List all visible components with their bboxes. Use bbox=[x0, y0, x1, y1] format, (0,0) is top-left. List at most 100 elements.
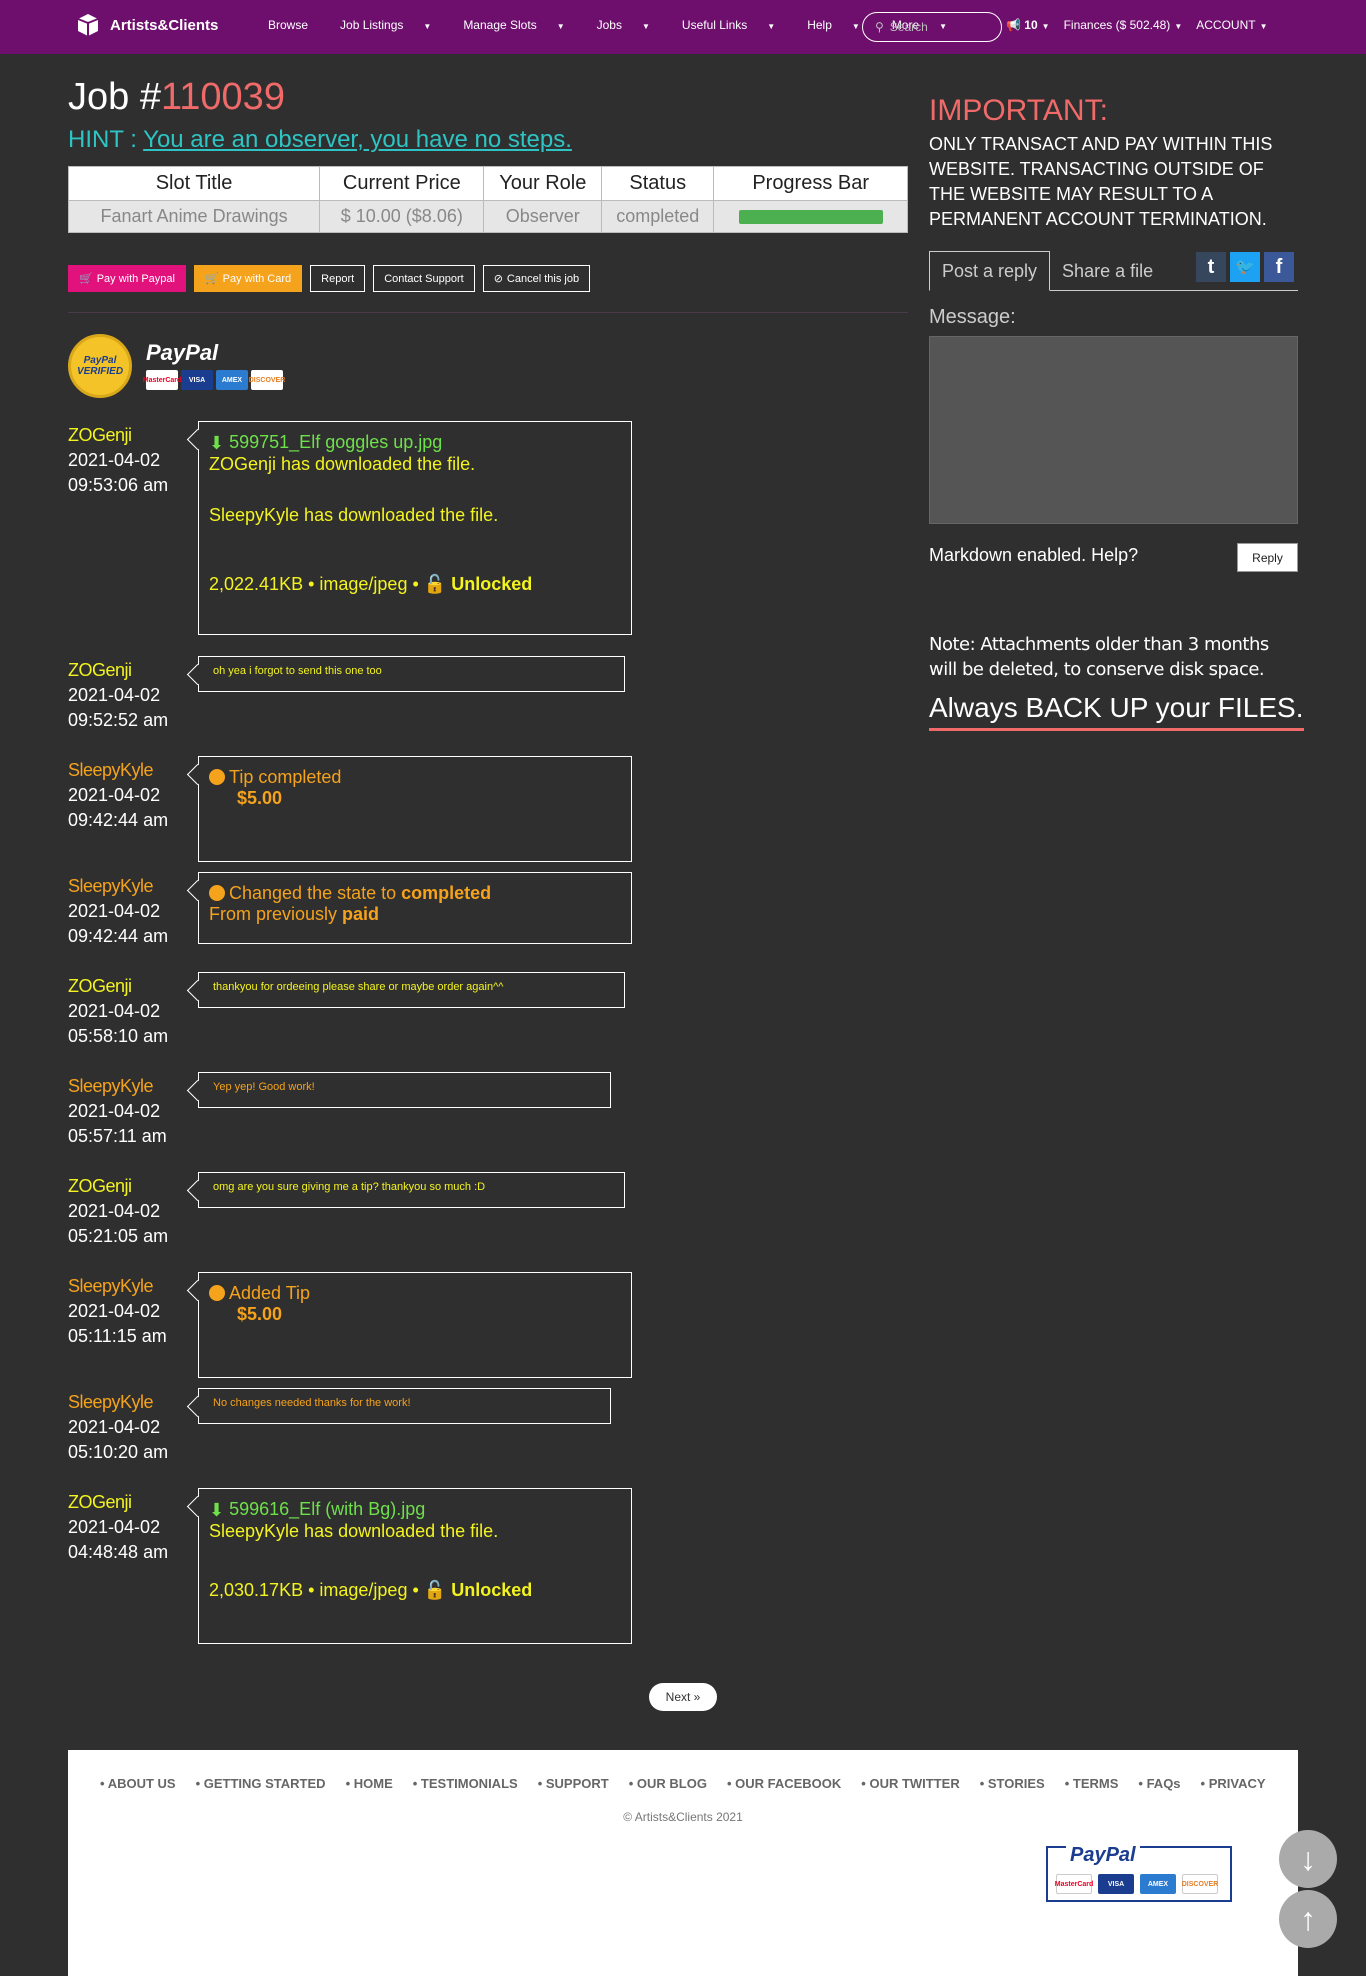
footer-link[interactable]: • ABOUT US bbox=[100, 1776, 186, 1791]
file-link[interactable]: ⬇ 599616_Elf (with Bg).jpg bbox=[209, 1499, 621, 1521]
tumblr-icon[interactable]: t bbox=[1196, 252, 1226, 282]
nav-manage-slots[interactable]: Manage Slots ▼ bbox=[463, 18, 580, 32]
paypal-logo: PayPal bbox=[146, 340, 219, 365]
footer-link[interactable]: • OUR TWITTER bbox=[861, 1776, 969, 1791]
paypal-footer-logo: PayPal bbox=[1066, 1844, 1140, 1867]
search-input[interactable]: ⚲ Search bbox=[862, 12, 1002, 42]
nav-browse[interactable]: Browse bbox=[268, 18, 324, 32]
entry-meta: ZOGenji 2021-04-02 09:53:06 am bbox=[68, 423, 188, 498]
footer: • ABOUT US • GETTING STARTED • HOME • TE… bbox=[68, 1750, 1298, 1976]
hint-link[interactable]: You are an observer, you have no steps. bbox=[143, 126, 572, 153]
footer-link[interactable]: • TERMS bbox=[1065, 1776, 1129, 1791]
footer-link-label: GETTING STARTED bbox=[203, 1776, 326, 1791]
event-text: Added Tip bbox=[209, 1283, 621, 1304]
header-status: Status bbox=[601, 166, 715, 201]
brand[interactable]: Artists&Clients bbox=[74, 11, 218, 39]
footer-link[interactable]: • SUPPORT bbox=[538, 1776, 619, 1791]
footer-link[interactable]: • STORIES bbox=[980, 1776, 1055, 1791]
feed-entry: SleepyKyle 2021-04-02 05:10:20 am No cha… bbox=[68, 1388, 638, 1470]
download-note: ZOGenji has downloaded the file. bbox=[209, 454, 476, 474]
tab-share-file[interactable]: Share a file bbox=[1050, 251, 1165, 291]
scroll-down-icon[interactable]: ↓ bbox=[1279, 1830, 1337, 1888]
entry-user[interactable]: SleepyKyle bbox=[68, 1074, 188, 1099]
entry-user[interactable]: SleepyKyle bbox=[68, 758, 188, 783]
event-amount: $5.00 bbox=[237, 788, 283, 808]
footer-link[interactable]: • FAQs bbox=[1138, 1776, 1190, 1791]
entry-user[interactable]: SleepyKyle bbox=[68, 1390, 188, 1415]
event-text: Tip completed bbox=[209, 767, 621, 788]
scroll-up-icon[interactable]: ↑ bbox=[1279, 1890, 1337, 1948]
contact-support-button[interactable]: Contact Support bbox=[373, 265, 475, 292]
ban-icon: ⊘ bbox=[493, 273, 503, 285]
entry-time: 05:57:11 am bbox=[68, 1126, 167, 1146]
feed-entry: SleepyKyle 2021-04-02 05:57:11 am Yep ye… bbox=[68, 1072, 638, 1154]
feed-entry: SleepyKyle 2021-04-02 05:11:15 am Added … bbox=[68, 1272, 638, 1380]
facebook-icon[interactable]: f bbox=[1264, 252, 1294, 282]
pay-paypal-label: Pay with Paypal bbox=[96, 272, 175, 285]
entry-user[interactable]: ZOGenji bbox=[68, 1490, 188, 1515]
entry-meta: ZOGenji 2021-04-02 04:48:48 am bbox=[68, 1490, 188, 1565]
job-number: 110039 bbox=[160, 76, 285, 118]
entry-user[interactable]: ZOGenji bbox=[68, 974, 188, 999]
header-current-price: Current Price bbox=[319, 166, 485, 201]
file-type: image/jpeg bbox=[319, 574, 408, 594]
caret-down-icon: ▼ bbox=[641, 22, 650, 31]
cancel-job-button[interactable]: ⊘ Cancel this job bbox=[482, 265, 591, 292]
message-textarea[interactable] bbox=[929, 336, 1298, 524]
divider bbox=[68, 312, 908, 313]
notifications-button[interactable]: 📢 10 ▼ bbox=[1006, 18, 1050, 32]
event-bubble: Changed the state to completed From prev… bbox=[198, 872, 632, 944]
event-label: Added Tip bbox=[229, 1283, 311, 1303]
next-page-button[interactable]: Next » bbox=[649, 1683, 717, 1711]
markdown-help-link[interactable]: Markdown enabled. Help? bbox=[929, 545, 1138, 566]
caret-down-icon: ▼ bbox=[851, 22, 860, 31]
entry-time: 09:42:44 am bbox=[68, 926, 169, 946]
file-link[interactable]: ⬇ 599751_Elf goggles up.jpg bbox=[209, 432, 621, 454]
entry-date: 2021-04-02 bbox=[68, 901, 161, 921]
footer-link[interactable]: • OUR BLOG bbox=[629, 1776, 717, 1791]
footer-link[interactable]: • PRIVACY bbox=[1201, 1776, 1276, 1791]
entry-user[interactable]: SleepyKyle bbox=[68, 874, 188, 899]
cell-progress bbox=[713, 200, 908, 233]
entry-date: 2021-04-02 bbox=[68, 1101, 161, 1121]
feed-entry: ZOGenji 2021-04-02 05:58:10 am thankyou … bbox=[68, 972, 638, 1054]
header-progress-bar: Progress Bar bbox=[713, 166, 908, 201]
caret-down-icon: ▼ bbox=[1174, 22, 1183, 31]
tab-post-reply[interactable]: Post a reply bbox=[929, 251, 1051, 291]
entry-user[interactable]: ZOGenji bbox=[68, 423, 188, 448]
hint: HINT : You are an observer, you have no … bbox=[68, 126, 572, 154]
pay-with-card-button[interactable]: 🛒 Pay with Card bbox=[193, 265, 303, 292]
entry-user[interactable]: SleepyKyle bbox=[68, 1274, 188, 1299]
amex-icon: AMEX bbox=[216, 370, 248, 390]
job-summary-table: Slot Title Current Price Your Role Statu… bbox=[67, 166, 908, 233]
entry-user[interactable]: ZOGenji bbox=[68, 1174, 188, 1199]
nav-useful-links[interactable]: Useful Links ▼ bbox=[682, 18, 791, 32]
visa-icon: VISA bbox=[1098, 1874, 1134, 1894]
state-change-text: Changed the state to completed bbox=[209, 883, 621, 904]
event-label: Tip completed bbox=[229, 767, 342, 787]
cart-icon: 🛒 bbox=[204, 273, 219, 285]
entry-user[interactable]: ZOGenji bbox=[68, 658, 188, 683]
feed-entry: ZOGenji 2021-04-02 09:52:52 am oh yea i … bbox=[68, 656, 638, 738]
footer-link-label: PRIVACY bbox=[1208, 1776, 1266, 1791]
status-dot-icon bbox=[209, 1285, 225, 1301]
footer-link[interactable]: • GETTING STARTED bbox=[196, 1776, 336, 1791]
footer-link[interactable]: • TESTIMONIALS bbox=[413, 1776, 528, 1791]
pay-with-paypal-button[interactable]: 🛒 Pay with Paypal bbox=[68, 265, 186, 292]
nav-job-listings[interactable]: Job Listings ▼ bbox=[340, 18, 447, 32]
account-menu[interactable]: ACCOUNT ▼ bbox=[1196, 18, 1267, 32]
twitter-icon[interactable]: 🐦 bbox=[1230, 252, 1260, 282]
message-label: Message: bbox=[929, 306, 1016, 328]
caret-down-icon: ▼ bbox=[423, 22, 432, 31]
entry-date: 2021-04-02 bbox=[68, 1201, 161, 1221]
entry-time: 04:48:48 am bbox=[68, 1542, 169, 1562]
finances-menu[interactable]: Finances ($ 502.48) ▼ bbox=[1064, 18, 1183, 32]
footer-link[interactable]: • HOME bbox=[346, 1776, 403, 1791]
event-amount: $5.00 bbox=[237, 1304, 283, 1324]
paypal-footer-badge: PayPal MasterCard VISA AMEX DISCOVER bbox=[1046, 1844, 1232, 1902]
nav-jobs[interactable]: Jobs ▼ bbox=[597, 18, 666, 32]
entry-meta: SleepyKyle 2021-04-02 05:57:11 am bbox=[68, 1074, 188, 1149]
reply-button[interactable]: Reply bbox=[1237, 543, 1298, 572]
footer-link[interactable]: • OUR FACEBOOK bbox=[727, 1776, 851, 1791]
report-button[interactable]: Report bbox=[310, 265, 366, 292]
